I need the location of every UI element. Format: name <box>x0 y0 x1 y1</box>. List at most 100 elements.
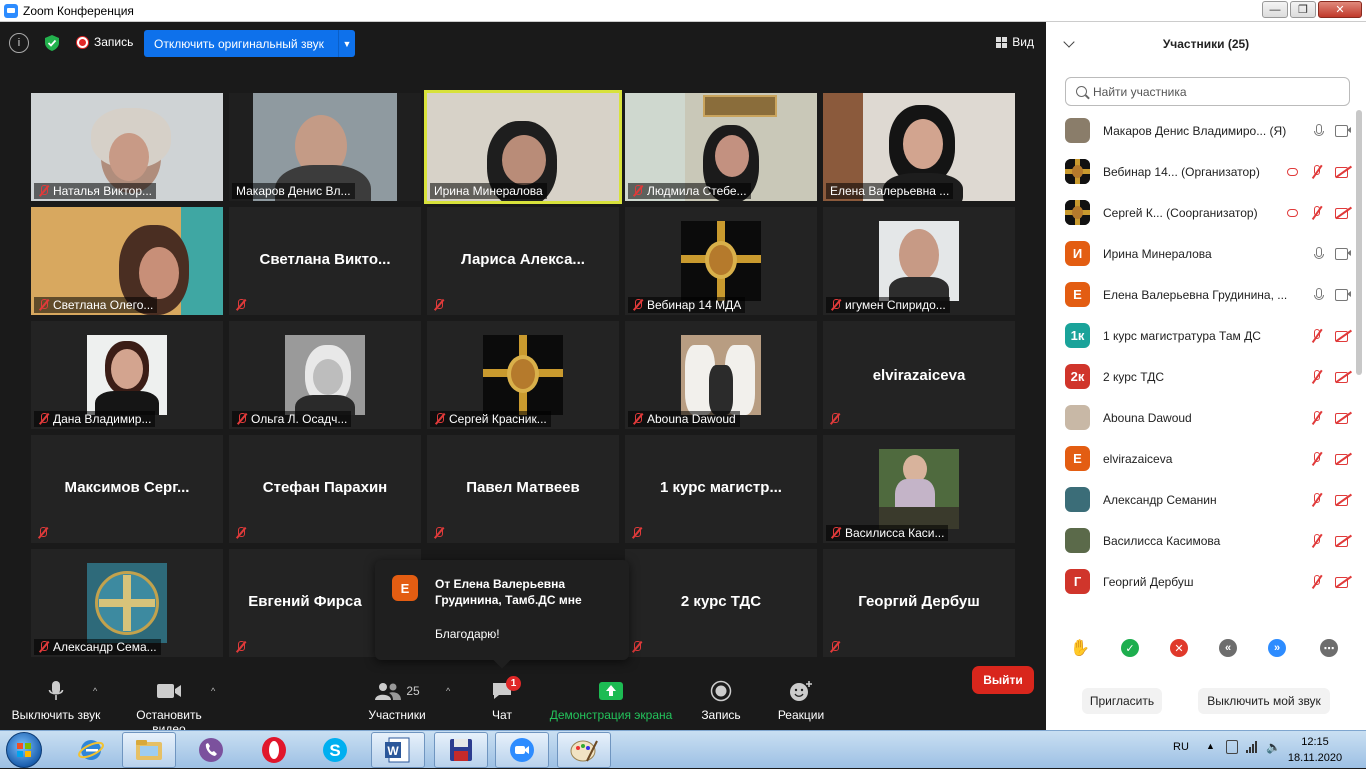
opera-icon[interactable] <box>247 732 301 768</box>
word-icon[interactable]: W <box>371 732 425 768</box>
participant-row[interactable]: 1к 1 курс магистратура Там ДС <box>1046 315 1354 356</box>
go-slower-icon[interactable]: « <box>1219 639 1237 657</box>
microphone-muted-icon[interactable] <box>1310 164 1323 179</box>
video-tile[interactable]: Вебинар 14 МДА <box>625 207 817 315</box>
participant-row[interactable]: Макаров Денис Владимиро... (Я) <box>1046 110 1354 151</box>
record-button[interactable]: Запись <box>699 680 743 722</box>
camera-icon[interactable] <box>1335 248 1351 260</box>
reactions-button[interactable]: Реакции <box>777 680 825 722</box>
audio-options-chevron-icon[interactable]: ^ <box>93 686 97 696</box>
video-tile[interactable]: Лариса Алекса... <box>427 207 619 315</box>
video-tile[interactable]: Георгий Дербуш <box>823 549 1015 657</box>
participants-options-chevron-icon[interactable]: ^ <box>446 686 450 696</box>
video-tile[interactable]: Максимов Серг... <box>31 435 223 543</box>
participant-row[interactable]: Е Елена Валерьевна Грудинина, ... <box>1046 274 1354 315</box>
camera-off-icon[interactable] <box>1335 370 1351 383</box>
paint-icon[interactable] <box>557 732 611 768</box>
video-tile[interactable]: Василисса Каси... <box>823 435 1015 543</box>
camera-icon[interactable] <box>1335 289 1351 301</box>
network-signal-icon[interactable] <box>1246 741 1257 753</box>
participant-row[interactable]: Василисса Касимова <box>1046 520 1354 561</box>
maximize-button[interactable]: ❐ <box>1290 1 1316 18</box>
participant-row[interactable]: Abouna Dawoud <box>1046 397 1354 438</box>
camera-off-icon[interactable] <box>1335 411 1351 424</box>
view-button[interactable]: Вид <box>996 35 1034 49</box>
participant-row[interactable]: 2к 2 курс ТДС <box>1046 356 1354 397</box>
camera-icon[interactable] <box>1335 125 1351 137</box>
invite-button[interactable]: Пригласить <box>1082 688 1162 714</box>
video-tile[interactable]: Елена Валерьевна ... <box>823 93 1015 201</box>
video-tile[interactable]: Александр Сема... <box>31 549 223 657</box>
participant-row[interactable]: И Ирина Минералова <box>1046 233 1354 274</box>
more-icon[interactable]: ⋯ <box>1320 639 1338 657</box>
sound-options-chevron-icon[interactable]: ▼ <box>338 30 355 57</box>
video-tile[interactable]: Ольга Л. Осадч... <box>229 321 421 429</box>
no-x-icon[interactable]: ✕ <box>1170 639 1188 657</box>
video-options-chevron-icon[interactable]: ^ <box>211 686 215 696</box>
go-faster-icon[interactable]: » <box>1268 639 1286 657</box>
participants-button[interactable]: 25 Участники <box>366 680 428 722</box>
zoom-taskbar-icon[interactable] <box>495 732 549 768</box>
camera-off-icon[interactable] <box>1335 575 1351 588</box>
microphone-muted-icon[interactable] <box>1310 369 1323 384</box>
language-indicator[interactable]: RU <box>1173 741 1189 753</box>
video-tile[interactable]: Людмила Стебе... <box>625 93 817 201</box>
taskbar-clock[interactable]: 12:15 18.11.2020 <box>1285 734 1345 766</box>
active-speaker-tile[interactable]: Ирина Минералова <box>424 90 622 204</box>
video-tile[interactable]: Abouna Dawoud <box>625 321 817 429</box>
tray-expand-icon[interactable]: ▲ <box>1206 741 1215 751</box>
microphone-muted-icon[interactable] <box>1310 410 1323 425</box>
internet-explorer-icon[interactable] <box>64 732 118 768</box>
volume-icon[interactable]: 🔈 <box>1266 740 1281 754</box>
mute-me-button[interactable]: Выключить мой звук <box>1198 688 1330 714</box>
microphone-muted-icon[interactable] <box>1310 492 1323 507</box>
yes-check-icon[interactable]: ✓ <box>1121 639 1139 657</box>
video-tile[interactable]: Павел Матвеев <box>427 435 619 543</box>
microphone-muted-icon[interactable] <box>1310 451 1323 466</box>
disable-original-sound-button[interactable]: Отключить оригинальный звук <box>144 30 338 57</box>
info-icon[interactable]: i <box>9 33 29 53</box>
camera-off-icon[interactable] <box>1335 493 1351 506</box>
video-tile[interactable]: игумен Спиридо... <box>823 207 1015 315</box>
video-tile[interactable]: Макаров Денис Вл... <box>229 93 421 201</box>
video-tile[interactable]: Дана Владимир... <box>31 321 223 429</box>
microphone-icon[interactable] <box>1314 247 1324 260</box>
usb-device-icon[interactable] <box>1226 740 1238 754</box>
start-button[interactable] <box>6 732 42 768</box>
collapse-chevron-icon[interactable] <box>1063 36 1075 48</box>
floppy-save-icon[interactable] <box>434 732 488 768</box>
video-tile[interactable]: Светлана Олего... <box>31 207 223 315</box>
microphone-icon[interactable] <box>1314 124 1324 137</box>
microphone-muted-icon[interactable] <box>1310 328 1323 343</box>
recording-indicator[interactable]: Запись <box>77 35 133 49</box>
microphone-icon[interactable] <box>1314 288 1324 301</box>
viber-icon[interactable] <box>184 732 238 768</box>
panel-scrollbar[interactable] <box>1356 110 1362 375</box>
camera-off-icon[interactable] <box>1335 165 1351 178</box>
skype-icon[interactable]: S <box>308 732 362 768</box>
participant-row[interactable]: Александр Семанин <box>1046 479 1354 520</box>
video-tile[interactable]: 2 курс ТДС <box>625 549 817 657</box>
participant-row[interactable]: Вебинар 14... (Организатор) <box>1046 151 1354 192</box>
video-tile[interactable]: Стефан Парахин <box>229 435 421 543</box>
video-tile[interactable]: Наталья Виктор... <box>31 93 223 201</box>
chat-notification[interactable]: Е От Елена Валерьевна Грудинина, Тамб.ДС… <box>375 560 629 669</box>
participant-row[interactable]: Еelvirazaiceva <box>1046 438 1354 479</box>
minimize-button[interactable]: — <box>1262 1 1288 18</box>
microphone-muted-icon[interactable] <box>1310 205 1323 220</box>
camera-off-icon[interactable] <box>1335 329 1351 342</box>
share-screen-button[interactable]: Демонстрация экрана <box>549 680 673 722</box>
video-tile[interactable]: 1 курс магистр... <box>625 435 817 543</box>
raise-hand-icon[interactable]: ✋ <box>1070 639 1090 657</box>
microphone-muted-icon[interactable] <box>1310 574 1323 589</box>
camera-off-icon[interactable] <box>1335 452 1351 465</box>
close-window-button[interactable]: ✕ <box>1318 1 1362 18</box>
participant-row[interactable]: Г Георгий Дербуш <box>1046 561 1354 602</box>
camera-off-icon[interactable] <box>1335 206 1351 219</box>
video-tile[interactable]: Сергей Красник... <box>427 321 619 429</box>
chat-button[interactable]: 1 Чат <box>482 676 522 722</box>
stop-video-button[interactable]: Остановить видео <box>118 680 220 736</box>
security-shield-icon[interactable] <box>42 33 62 53</box>
participant-search-input[interactable]: Найти участника <box>1065 77 1350 106</box>
leave-meeting-button[interactable]: Выйти <box>972 666 1034 694</box>
